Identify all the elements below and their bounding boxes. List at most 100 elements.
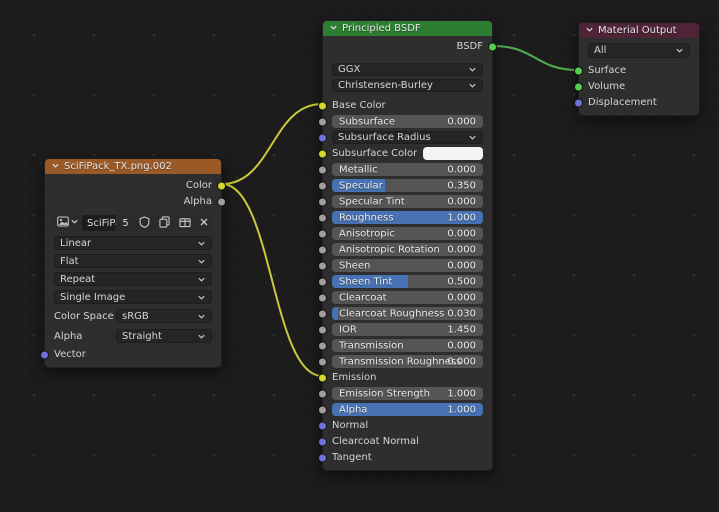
- dropdown-ggx[interactable]: GGX: [332, 63, 483, 76]
- socket-alpha-input[interactable]: [318, 405, 327, 414]
- dropdown-all[interactable]: All: [588, 43, 690, 58]
- slider-transmission[interactable]: Transmission0.000: [332, 339, 483, 352]
- slider-value: 1.000: [447, 388, 476, 399]
- collapse-chevron-icon[interactable]: [329, 23, 338, 35]
- dropdown-srgb[interactable]: sRGB: [116, 309, 212, 323]
- row-subsurface-radius: Subsurface Radius: [332, 131, 483, 144]
- dropdown-value: Linear: [60, 238, 91, 249]
- socket-volume-input[interactable]: [574, 82, 583, 91]
- slider-label: Sheen: [339, 260, 370, 271]
- chevron-down-icon: [675, 46, 684, 55]
- slider-label: Emission Strength: [339, 388, 430, 399]
- row-image-datablock: SciFiPack_T...5: [54, 215, 212, 231]
- collapse-chevron-icon[interactable]: [585, 25, 594, 37]
- row-emission-strength: Emission Strength 1.000: [332, 387, 483, 400]
- row-volume: Volume: [588, 80, 690, 93]
- slider-value: 0.000: [447, 196, 476, 207]
- node-image-texture[interactable]: SciFiPack_TX.png.002 ColorAlphaSciFiPack…: [44, 158, 222, 368]
- slider-alpha[interactable]: Alpha1.000: [332, 403, 483, 416]
- socket-subsurface-radius-input[interactable]: [318, 133, 327, 142]
- slider-roughness[interactable]: Roughness1.000: [332, 211, 483, 224]
- socket-metallic-input[interactable]: [318, 165, 327, 174]
- socket-roughness-input[interactable]: [318, 213, 327, 222]
- socket-subsurface-color-input[interactable]: [318, 149, 327, 158]
- slider-transmission-roughness[interactable]: Transmission Roughness0.000: [332, 355, 483, 368]
- slider-anisotropic[interactable]: Anisotropic0.000: [332, 227, 483, 240]
- socket-specular-tint-input[interactable]: [318, 197, 327, 206]
- slider-sheen-tint[interactable]: Sheen Tint0.500: [332, 275, 483, 288]
- socket-clearcoat-input[interactable]: [318, 293, 327, 302]
- input-label-vector: Vector: [54, 349, 86, 360]
- dropdown-subsurface-radius[interactable]: Subsurface Radius: [332, 131, 483, 144]
- slider-anisotropic-rotation[interactable]: Anisotropic Rotation0.000: [332, 243, 483, 256]
- socket-displacement-input[interactable]: [574, 98, 583, 107]
- dropdown-value: Christensen-Burley: [338, 80, 433, 91]
- pack-image-button[interactable]: [175, 215, 194, 231]
- collapse-chevron-icon[interactable]: [51, 161, 60, 173]
- slider-value: 0.000: [447, 260, 476, 271]
- socket-normal-input[interactable]: [318, 421, 327, 430]
- node-header-material-output[interactable]: Material Output: [579, 23, 699, 38]
- slider-sheen[interactable]: Sheen 0.000: [332, 259, 483, 272]
- socket-transmission-input[interactable]: [318, 341, 327, 350]
- new-image-button[interactable]: [155, 215, 174, 231]
- slider-clearcoat[interactable]: Clearcoat0.000: [332, 291, 483, 304]
- close-icon: [199, 217, 209, 230]
- socket-tangent-input[interactable]: [318, 453, 327, 462]
- socket-emission-strength-input[interactable]: [318, 389, 327, 398]
- socket-base-color-input[interactable]: [318, 101, 327, 110]
- slider-value: 0.000: [447, 228, 476, 239]
- dropdown-christensen-burley[interactable]: Christensen-Burley: [332, 79, 483, 92]
- dropdown-flat[interactable]: Flat: [54, 254, 212, 268]
- socket-clearcoat-roughness-input[interactable]: [318, 309, 327, 318]
- socket-bsdf-output[interactable]: [488, 42, 497, 51]
- slider-emission-strength[interactable]: Emission Strength 1.000: [332, 387, 483, 400]
- socket-specular-input[interactable]: [318, 181, 327, 190]
- slider-value: 1.450: [447, 324, 476, 335]
- slider-value: 0.000: [447, 164, 476, 175]
- node-principled-bsdf[interactable]: Principled BSDF BSDFGGXChristensen-Burle…: [322, 20, 493, 471]
- socket-anisotropic-input[interactable]: [318, 229, 327, 238]
- fake-user-button[interactable]: [135, 215, 154, 231]
- dropdown-repeat[interactable]: Repeat: [54, 272, 212, 286]
- node-editor-canvas[interactable]: SciFiPack_TX.png.002 ColorAlphaSciFiPack…: [0, 0, 719, 512]
- socket-anisotropic-rotation-input[interactable]: [318, 245, 327, 254]
- socket-color-output[interactable]: [217, 181, 226, 190]
- image-name-field[interactable]: SciFiPack_T...: [82, 215, 116, 231]
- dropdown-linear[interactable]: Linear: [54, 236, 212, 250]
- socket-ior-input[interactable]: [318, 325, 327, 334]
- row-clearcoat-normal: Clearcoat Normal: [332, 435, 483, 448]
- slider-specular-tint[interactable]: Specular Tint0.000: [332, 195, 483, 208]
- row-repeat: Repeat: [54, 272, 212, 286]
- browse-image-button[interactable]: [54, 215, 81, 231]
- input-label-normal: Normal: [332, 420, 368, 431]
- slider-subsurface[interactable]: Subsurface0.000: [332, 115, 483, 128]
- socket-vector-input[interactable]: [40, 350, 49, 359]
- slider-ior[interactable]: IOR 1.450: [332, 323, 483, 336]
- row-flat: Flat: [54, 254, 212, 268]
- slider-clearcoat-roughness[interactable]: Clearcoat Roughness0.030: [332, 307, 483, 320]
- dropdown-value: sRGB: [122, 311, 149, 322]
- slider-metallic[interactable]: Metallic0.000: [332, 163, 483, 176]
- unlink-image-button[interactable]: [195, 215, 212, 231]
- node-header-image-texture[interactable]: SciFiPack_TX.png.002: [45, 159, 221, 174]
- socket-emission-input[interactable]: [318, 373, 327, 382]
- socket-subsurface-input[interactable]: [318, 117, 327, 126]
- socket-transmission-roughness-input[interactable]: [318, 357, 327, 366]
- row-clearcoat-roughness: Clearcoat Roughness0.030: [332, 307, 483, 320]
- socket-alpha-output[interactable]: [217, 197, 226, 206]
- socket-surface-input[interactable]: [574, 66, 583, 75]
- dropdown-value: Single Image: [60, 292, 125, 303]
- users-count-button[interactable]: 5: [117, 215, 134, 231]
- slider-label: IOR: [339, 324, 357, 335]
- socket-clearcoat-normal-input[interactable]: [318, 437, 327, 446]
- row-alpha: Alpha1.000: [332, 403, 483, 416]
- socket-sheen-input[interactable]: [318, 261, 327, 270]
- color-swatch-subsurface-color[interactable]: [423, 147, 483, 160]
- socket-sheen-tint-input[interactable]: [318, 277, 327, 286]
- slider-specular[interactable]: Specular0.350: [332, 179, 483, 192]
- node-header-principled-bsdf[interactable]: Principled BSDF: [323, 21, 492, 36]
- dropdown-single-image[interactable]: Single Image: [54, 290, 212, 304]
- node-material-output[interactable]: Material Output AllSurfaceVolumeDisplace…: [578, 22, 700, 116]
- dropdown-straight[interactable]: Straight: [116, 329, 212, 343]
